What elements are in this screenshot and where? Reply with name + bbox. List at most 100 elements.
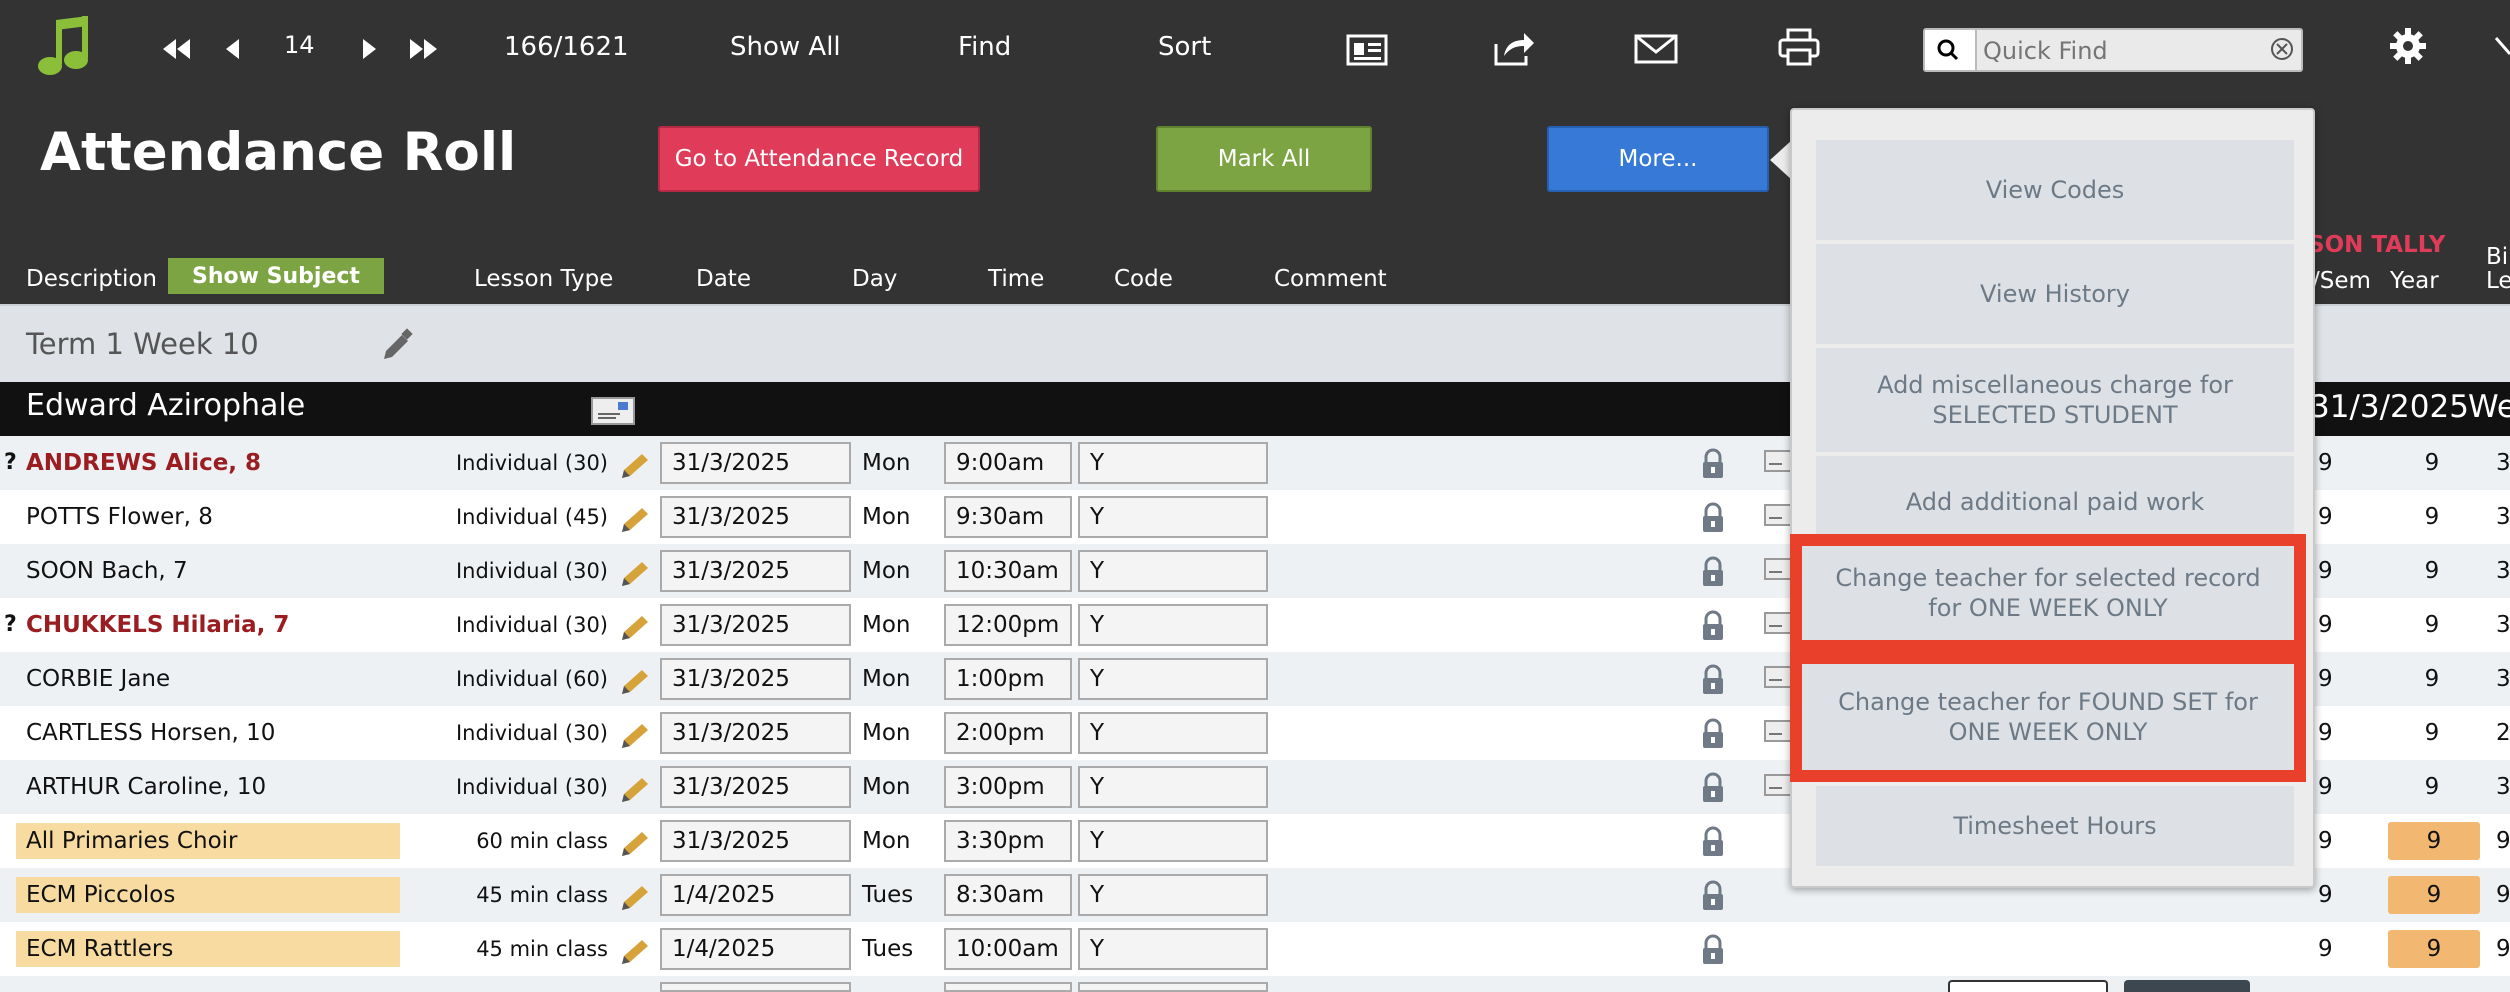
time-field[interactable]: 3:00pm (944, 766, 1072, 808)
lock-icon[interactable] (1700, 826, 1726, 858)
quick-find-input[interactable] (1981, 33, 2265, 69)
edit-lesson-pencil-icon[interactable] (618, 610, 654, 640)
code-field[interactable]: Y (1078, 712, 1268, 754)
student-name[interactable]: ANDREWS Alice, 8 (26, 436, 261, 490)
lock-icon[interactable] (1700, 772, 1726, 804)
date-field[interactable] (660, 982, 851, 992)
edit-lesson-pencil-icon[interactable] (618, 880, 654, 910)
more-button[interactable]: More... (1547, 126, 1769, 192)
gear-icon[interactable] (2388, 26, 2428, 66)
record-number[interactable]: 14 (284, 28, 315, 62)
student-name[interactable]: CORBIE Jane (26, 652, 170, 706)
time-field[interactable] (944, 982, 1072, 992)
edit-lesson-pencil-icon[interactable] (618, 556, 654, 586)
code-field[interactable]: Y (1078, 550, 1268, 592)
code-field[interactable] (1078, 982, 1268, 992)
edit-lesson-pencil-icon[interactable] (618, 826, 654, 856)
date-field[interactable]: 31/3/2025 (660, 442, 851, 484)
student-name[interactable]: SOON Bach, 7 (26, 544, 188, 598)
first-record-icon[interactable] (160, 36, 192, 62)
ensemble-name[interactable]: ECM Piccolos (16, 877, 400, 913)
music-note-icon[interactable] (36, 14, 96, 82)
ensemble-name[interactable]: All Primaries Choir (16, 823, 400, 859)
time-field[interactable]: 12:00pm (944, 604, 1072, 646)
date-field[interactable]: 1/4/2025 (660, 874, 851, 916)
search-icon[interactable] (1925, 30, 1977, 70)
time-field[interactable]: 10:30am (944, 550, 1072, 592)
code-field[interactable]: Y (1078, 604, 1268, 646)
time-field[interactable]: 2:00pm (944, 712, 1072, 754)
time-field[interactable]: 10:00am (944, 928, 1072, 970)
more-menu-item[interactable]: Change teacher for selected record for O… (1790, 534, 2306, 652)
lock-icon[interactable] (1700, 610, 1726, 642)
sort-button[interactable]: Sort (1158, 30, 1211, 64)
student-name[interactable]: ARTHUR Caroline, 10 (26, 760, 266, 814)
more-menu-item[interactable]: View History (1816, 244, 2294, 344)
edit-lesson-pencil-icon[interactable] (618, 772, 654, 802)
quick-find[interactable] (1923, 28, 2303, 72)
code-field[interactable]: Y (1078, 442, 1268, 484)
student-name[interactable]: POTTS Flower, 8 (26, 490, 213, 544)
mail-icon[interactable] (1634, 34, 1678, 64)
go-to-attendance-record-button[interactable]: Go to Attendance Record (658, 126, 980, 192)
close-icon[interactable] (2494, 34, 2510, 58)
lock-icon[interactable] (1700, 664, 1726, 696)
code-field[interactable]: Y (1078, 928, 1268, 970)
sem-tally: 9 (2318, 666, 2333, 692)
share-icon[interactable] (1492, 30, 1536, 68)
lesson-type: Individual (30) (455, 451, 608, 475)
find-button[interactable]: Find (958, 30, 1011, 64)
more-menu-item[interactable]: Add miscellaneous charge for SELECTED ST… (1816, 348, 2294, 452)
mark-all-button[interactable]: Mark All (1156, 126, 1372, 192)
date-field[interactable]: 31/3/2025 (660, 766, 851, 808)
lock-icon[interactable] (1700, 934, 1726, 966)
more-menu-item[interactable]: View Codes (1816, 140, 2294, 240)
lock-icon[interactable] (1700, 556, 1726, 588)
code-field[interactable]: Y (1078, 874, 1268, 916)
time-field[interactable]: 9:30am (944, 496, 1072, 538)
code-field[interactable]: Y (1078, 766, 1268, 808)
date-field[interactable]: 31/3/2025 (660, 496, 851, 538)
last-record-icon[interactable] (408, 36, 440, 62)
lock-icon[interactable] (1700, 448, 1726, 480)
date-field[interactable]: 31/3/2025 (660, 550, 851, 592)
next-record-icon[interactable] (358, 36, 380, 62)
column-header-time: Time (988, 266, 1045, 292)
lock-icon[interactable] (1700, 718, 1726, 750)
edit-lesson-pencil-icon[interactable] (618, 718, 654, 748)
edit-lesson-pencil-icon[interactable] (618, 664, 654, 694)
date-field[interactable]: 31/3/2025 (660, 658, 851, 700)
show-all-button[interactable]: Show All (730, 30, 841, 64)
time-field[interactable]: 9:00am (944, 442, 1072, 484)
envelope-icon[interactable] (590, 396, 636, 426)
print-icon[interactable] (1778, 28, 1820, 68)
lock-icon[interactable] (1700, 502, 1726, 534)
date-field[interactable]: 31/3/2025 (660, 604, 851, 646)
date-field[interactable]: 31/3/2025 (660, 820, 851, 862)
lock-icon[interactable] (1700, 880, 1726, 912)
time-field[interactable]: 3:30pm (944, 820, 1072, 862)
date-field[interactable]: 31/3/2025 (660, 712, 851, 754)
year-tally: 9 (2388, 930, 2480, 968)
more-menu-item[interactable]: Change teacher for FOUND SET for ONE WEE… (1790, 652, 2306, 782)
time-field[interactable]: 1:00pm (944, 658, 1072, 700)
previous-record-icon[interactable] (222, 36, 244, 62)
code-field[interactable]: Y (1078, 820, 1268, 862)
student-name[interactable]: CARTLESS Horsen, 10 (26, 706, 275, 760)
edit-lesson-pencil-icon[interactable] (618, 934, 654, 964)
code-field[interactable]: Y (1078, 496, 1268, 538)
code-field[interactable]: Y (1078, 658, 1268, 700)
edit-lesson-pencil-icon[interactable] (618, 502, 654, 532)
bottom-button[interactable] (2124, 980, 2250, 992)
edit-pencil-icon[interactable] (380, 327, 414, 361)
bottom-button[interactable] (1948, 980, 2108, 992)
time-field[interactable]: 8:30am (944, 874, 1072, 916)
edit-lesson-pencil-icon[interactable] (618, 448, 654, 478)
show-subject-button[interactable]: Show Subject (168, 258, 384, 294)
ensemble-name[interactable]: ECM Rattlers (16, 931, 400, 967)
clear-icon[interactable] (2269, 36, 2295, 62)
contact-card-icon[interactable] (1346, 34, 1388, 66)
student-name[interactable]: CHUKKELS Hilaria, 7 (26, 598, 289, 652)
date-field[interactable]: 1/4/2025 (660, 928, 851, 970)
more-menu-item[interactable]: Timesheet Hours (1816, 786, 2294, 866)
